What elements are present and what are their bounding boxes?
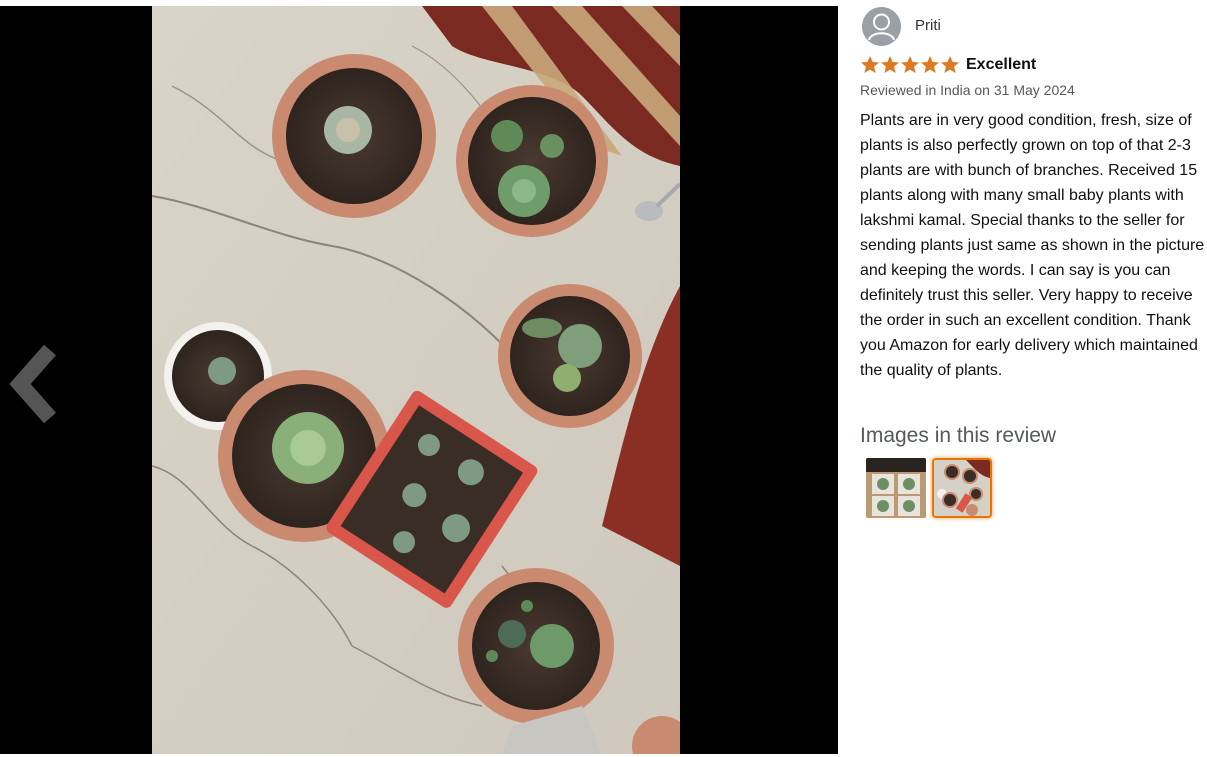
reviewer-profile[interactable]: Priti <box>862 6 941 46</box>
star-icon <box>901 56 919 73</box>
chevron-left-icon <box>9 344 56 424</box>
star-icon <box>921 56 939 73</box>
star-icon <box>881 56 899 73</box>
star-rating <box>860 55 960 75</box>
rating-row: Excellent <box>860 54 1036 76</box>
images-section-heading: Images in this review <box>860 424 1057 447</box>
review-panel: Priti Excellent Reviewed in India on 31 … <box>860 0 1207 757</box>
user-icon <box>862 6 901 46</box>
thumbnail-2[interactable] <box>932 458 992 518</box>
thumbnail-1[interactable] <box>866 458 926 518</box>
review-text: Plants are in very good condition, fresh… <box>860 112 1205 379</box>
review-photo-plants <box>152 6 680 754</box>
review-title: Excellent <box>966 56 1037 73</box>
review-image-thumbnails <box>866 458 992 518</box>
thumbnail-image-pots <box>934 460 990 516</box>
image-viewer <box>0 6 838 754</box>
thumbnail-image-boxes <box>866 458 926 518</box>
previous-image-button[interactable] <box>6 344 62 424</box>
avatar <box>862 6 901 46</box>
reviewer-name[interactable]: Priti <box>915 17 941 34</box>
star-icon <box>941 56 959 73</box>
review-date: Reviewed in India on 31 May 2024 <box>860 82 1075 98</box>
star-icon <box>861 56 879 73</box>
